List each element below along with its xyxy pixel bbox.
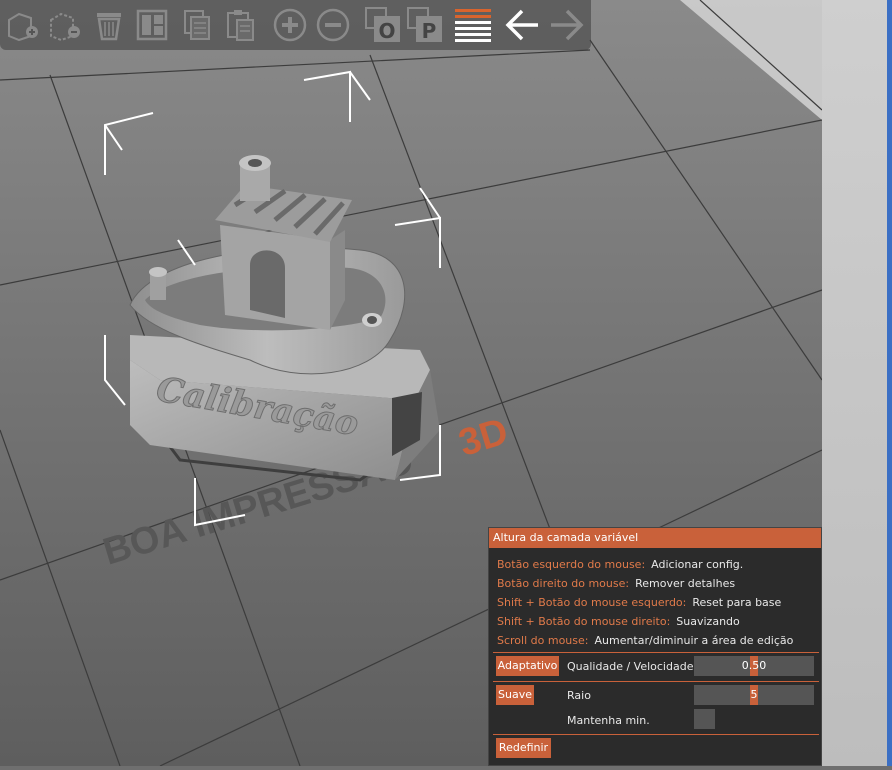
hint-key: Scroll do mouse: [497, 634, 589, 647]
undo-icon[interactable] [504, 5, 542, 45]
smooth-button[interactable]: Suave [496, 685, 534, 705]
variable-layer-height-icon[interactable] [454, 5, 492, 45]
adaptive-button[interactable]: Adaptativo [496, 656, 559, 676]
radius-value: 5 [750, 688, 758, 701]
hint-left-click: Botão esquerdo do mouse: Adicionar config… [497, 558, 743, 571]
hint-value: Suavizando [676, 615, 740, 628]
hint-value: Reset para base [692, 596, 782, 609]
top-toolbar: O P [0, 0, 591, 50]
keep-min-checkbox[interactable] [694, 709, 715, 729]
quality-label: Qualidade / Velocidade [567, 660, 694, 673]
radius-label: Raio [567, 689, 591, 702]
hint-value: Aumentar/diminuir a área de edição [594, 634, 794, 647]
hint-key: Botão esquerdo do mouse: [497, 558, 646, 571]
panel-divider [493, 734, 819, 735]
hint-shift-right-click: Shift + Botão do mouse direito: Suavizand… [497, 615, 740, 628]
panel-title: Altura da camada variável [489, 528, 821, 548]
paste-icon[interactable] [222, 5, 260, 45]
split-to-objects-icon[interactable]: O [364, 5, 402, 45]
add-instance-icon[interactable] [271, 5, 309, 45]
svg-text:P: P [422, 19, 437, 43]
remove-instance-icon[interactable] [314, 5, 352, 45]
hint-shift-left-click: Shift + Botão do mouse esquerdo: Reset pa… [497, 596, 781, 609]
quality-slider[interactable]: 0.50 [694, 656, 814, 676]
split-to-parts-icon[interactable]: P [406, 5, 444, 45]
hint-key: Botão direito do mouse: [497, 577, 630, 590]
delete-all-icon[interactable] [90, 5, 128, 45]
variable-layer-height-panel: Altura da camada variável Botão esquerdo… [488, 527, 822, 766]
right-sidebar-edge [822, 0, 892, 766]
keep-min-label: Mantenha min. [567, 714, 650, 727]
arrange-icon[interactable] [133, 5, 171, 45]
svg-text:O: O [378, 19, 395, 43]
hint-value: Remover detalhes [635, 577, 736, 590]
hint-value: Adicionar config. [651, 558, 744, 571]
quality-value: 0.50 [741, 659, 767, 672]
window-edge [887, 0, 892, 766]
panel-divider [493, 652, 819, 653]
panel-divider [493, 681, 819, 682]
copy-icon[interactable] [178, 5, 216, 45]
radius-slider[interactable]: 5 [694, 685, 814, 705]
delete-object-icon[interactable] [46, 5, 84, 45]
add-object-icon[interactable] [4, 5, 42, 45]
hint-scroll: Scroll do mouse: Aumentar/diminuir a área… [497, 634, 793, 647]
hint-key: Shift + Botão do mouse esquerdo: [497, 596, 687, 609]
hint-right-click: Botão direito do mouse: Remover detalhes [497, 577, 735, 590]
reset-button[interactable]: Redefinir [496, 738, 551, 758]
redo-icon[interactable] [547, 5, 585, 45]
hint-key: Shift + Botão do mouse direito: [497, 615, 671, 628]
